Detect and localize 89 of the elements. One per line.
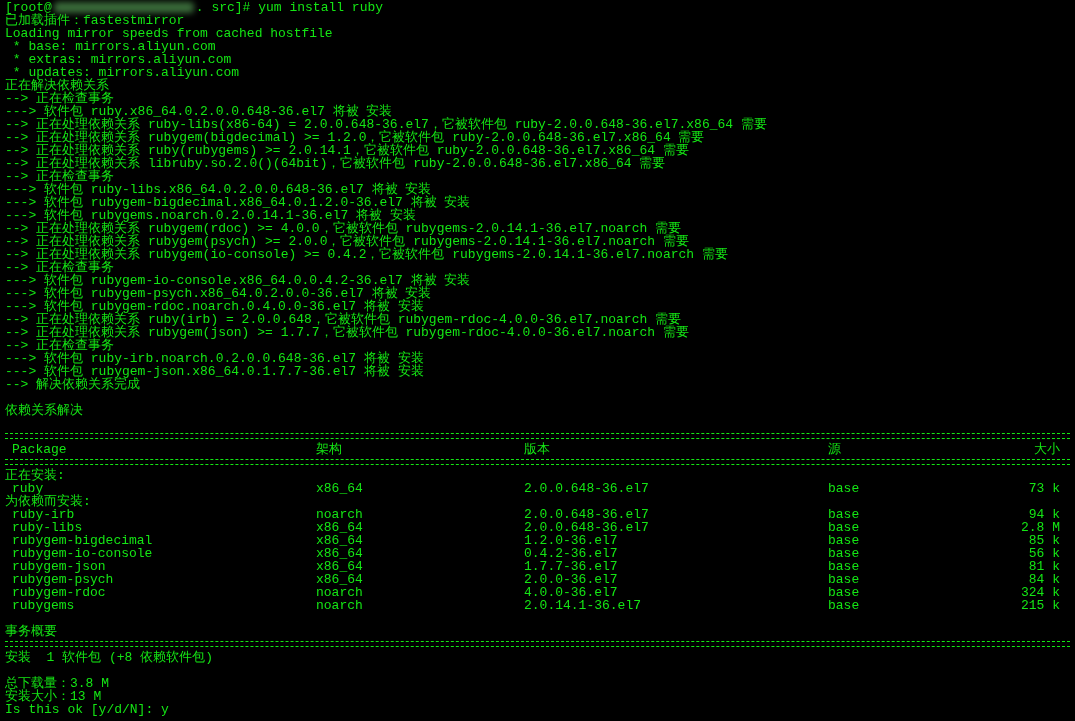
log-line: * updates: mirrors.aliyun.com [12, 66, 241, 79]
column-header: 版本 [524, 443, 551, 456]
log-line: --> 正在检查事务 [5, 170, 115, 183]
log-line: ---> 软件包 ruby.x86_64.0.2.0.0.648-36.el7 将被 安装 [5, 105, 394, 118]
log-line: --> 正在检查事务 [5, 339, 115, 352]
log-line: ---> 软件包 rubygem-rdoc.noarch.0.4.0.0-36.el7 将被 安装 [5, 300, 425, 313]
log-line: * base: mirrors.aliyun.com [12, 40, 216, 53]
column-header: 大小 [1033, 443, 1060, 456]
table-cell-text: 56 k [1027, 547, 1060, 560]
log-line: --> 正在处理依赖关系 rubygem(io-console) >= 0.4.2，它被软件包 rubygems-2.0.14.1-36.el7.noarch 需要 [5, 248, 729, 261]
table-cell-text: noarch [316, 599, 364, 612]
confirm-prompt: Is this ok [y/d/N]: y [5, 703, 170, 716]
table-cell-text: rubygem-json [11, 560, 106, 573]
table-cell-text: 85 k [1027, 534, 1060, 547]
table-cell-text: 0.4.2-36.el7 [524, 547, 619, 560]
table-cell-text: base [828, 573, 861, 586]
log-line: --> 正在处理依赖关系 libruby.so.2.0()(64bit)，它被软件包 ruby-2.0.0.648-36.el7.x86_64 需要 [5, 157, 667, 170]
table-cell-text: rubygem-io-console [11, 547, 154, 560]
table-cell-text: 1.7.7-36.el7 [524, 560, 619, 573]
summary-line: 总下载量：3.8 M [5, 677, 110, 690]
table-cell-text: x86_64 [316, 521, 364, 534]
log-line: ---> 软件包 ruby-libs.x86_64.0.2.0.0.648-36.el7 将被 安装 [5, 183, 432, 196]
table-cell-text: 2.0.0.648-36.el7 [524, 508, 650, 521]
table-cell-text: rubygem-rdoc [11, 586, 106, 599]
group-heading: 正在安装: [5, 469, 66, 482]
log-line: ---> 软件包 rubygem-psych.x86_64.0.2.0.0-36.el7 将被 安装 [5, 287, 433, 300]
table-cell-text: base [828, 508, 861, 521]
log-line: * extras: mirrors.aliyun.com [11, 53, 232, 66]
log-line: ---> 软件包 rubygem-json.x86_64.0.1.7.7-36.el7 将被 安装 [5, 365, 425, 378]
table-cell-text: 2.0.14.1-36.el7 [524, 599, 643, 612]
table-cell-text: base [828, 599, 861, 612]
table-cell-text: base [828, 586, 861, 599]
table-cell-text: 2.8 M [1020, 521, 1060, 534]
table-cell-text: noarch [316, 586, 364, 599]
log-line: ---> 软件包 rubygems.noarch.0.2.0.14.1-36.el7 将被 安装 [5, 209, 417, 222]
table-cell-text: rubygem-bigdecimal [11, 534, 154, 547]
log-line: 正在解决依赖关系 [5, 79, 109, 92]
result-line: 依赖关系解决 [5, 404, 84, 417]
command-text: . src]# yum install ruby [195, 1, 384, 14]
table-cell-text: 4.0.0-36.el7 [524, 586, 619, 599]
table-cell-text: rubygems [11, 599, 75, 612]
table-cell-text: 215 k [1020, 599, 1060, 612]
log-line: --> 正在检查事务 [5, 92, 116, 105]
table-cell-text: 84 k [1027, 573, 1060, 586]
table-cell-text: x86_64 [316, 482, 364, 495]
table-cell-text: base [828, 560, 861, 573]
table-cell-text: ruby-irb [11, 508, 75, 521]
summary-line: 安装 1 软件包 (+8 依赖软件包) [5, 651, 214, 664]
table-cell-text: 2.0.0.648-36.el7 [524, 482, 650, 495]
table-cell-text: 324 k [1020, 586, 1060, 599]
column-header: 架构 [316, 443, 343, 456]
table-cell-text: ruby [12, 482, 44, 495]
log-line: --> 正在处理依赖关系 ruby(rubygems) >= 2.0.14.1，它被软件包 ruby-2.0.0.648-36.el7.x86_64 需要 [5, 144, 690, 157]
prompt-text: [root@ [5, 1, 52, 14]
table-cell-text: base [828, 547, 861, 560]
table-cell-text: x86_64 [316, 573, 364, 586]
log-line: Loading mirror speeds from cached hostfile [5, 27, 334, 40]
table-cell-text: noarch [316, 508, 364, 521]
log-line: --> 正在处理依赖关系 rubygem(rdoc) >= 4.0.0，它被软件包 rubygems-2.0.14.1-36.el7.noarch 需要 [5, 222, 682, 235]
log-line: --> 正在处理依赖关系 rubygem(json) >= 1.7.7，它被软件包 rubygem-rdoc-4.0.0-36.el7.noarch 需要 [5, 326, 690, 339]
table-cell-text: 81 k [1027, 560, 1060, 573]
log-line: ---> 软件包 rubygem-bigdecimal.x86_64.0.1.2.0-36.el7 将被 安装 [5, 196, 472, 209]
table-cell-text: 73 k [1027, 482, 1060, 495]
table-cell-text: rubygem-psych [11, 573, 115, 586]
log-line: --> 正在处理依赖关系 ruby(irb) = 2.0.0.648，它被软件包 rubygem-rdoc-4.0.0-36.el7.noarch 需要 [5, 313, 682, 326]
summary-line: 安装大小：13 M [5, 690, 103, 703]
log-line: --> 正在处理依赖关系 ruby-libs(x86-64) = 2.0.0.648-36.el7，它被软件包 ruby-2.0.0.648-36.el7.x86_64 需要 [5, 118, 768, 131]
column-header: Package [11, 443, 68, 456]
table-cell-text: 2.0.0-36.el7 [524, 573, 619, 586]
table-cell-text: x86_64 [316, 547, 364, 560]
table-cell-text: 94 k [1027, 508, 1060, 521]
group-heading: 为依赖而安装: [5, 495, 92, 508]
log-line: 已加载插件：fastestmirror [5, 14, 186, 27]
table-cell-text: x86_64 [316, 534, 364, 547]
table-cell-text: base [828, 521, 861, 534]
table-cell-text: base [828, 482, 861, 495]
log-line: ---> 软件包 rubygem-io-console.x86_64.0.0.4.2-36.el7 将被 安装 [5, 274, 472, 287]
table-cell-text: 2.0.0.648-36.el7 [524, 521, 650, 534]
log-line: --> 解决依赖关系完成 [5, 378, 141, 391]
log-line: ---> 软件包 ruby-irb.noarch.0.2.0.0.648-36.el7 将被 安装 [5, 352, 425, 365]
table-cell-text: base [828, 534, 861, 547]
column-header: 源 [828, 443, 842, 456]
log-line: --> 正在处理依赖关系 rubygem(psych) >= 2.0.0，它被软件包 rubygems-2.0.14.1-36.el7.noarch 需要 [5, 235, 690, 248]
table-cell-text: x86_64 [316, 560, 364, 573]
section-heading: 事务概要 [5, 625, 58, 638]
log-line: --> 正在检查事务 [5, 261, 115, 274]
table-cell-text: 1.2.0-36.el7 [524, 534, 619, 547]
log-line: --> 正在处理依赖关系 rubygem(bigdecimal) >= 1.2.0，它被软件包 ruby-2.0.0.648-36.el7.x86_64 需要 [5, 131, 705, 144]
table-cell-text: ruby-libs [11, 521, 83, 534]
